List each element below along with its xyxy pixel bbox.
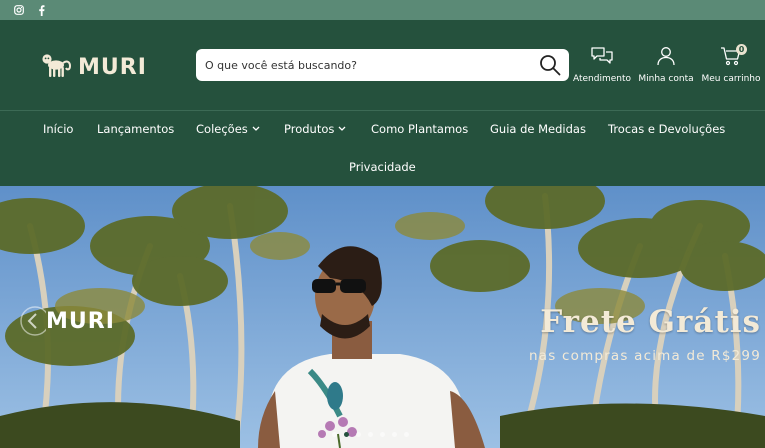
nav-item-inicio[interactable]: Início xyxy=(43,122,73,136)
nav-item-trocas-e-devolucoes[interactable]: Trocas e Devoluções xyxy=(608,122,725,136)
search-icon[interactable] xyxy=(539,54,561,76)
account-label: Minha conta xyxy=(638,74,694,84)
carousel-dots xyxy=(332,432,409,437)
main-nav: Início Lançamentos Coleções Produtos Com… xyxy=(0,111,765,186)
nav-item-label: Trocas e Devoluções xyxy=(608,122,726,136)
nav-item-label: Coleções xyxy=(196,122,248,136)
carousel-dot[interactable] xyxy=(368,432,373,437)
chevron-down-icon xyxy=(338,126,346,131)
site-header: MURI Atendimento Minha conta 0 Meu carri… xyxy=(0,20,765,111)
carousel-dot-active[interactable] xyxy=(344,432,349,437)
nav-item-label: Produtos xyxy=(284,122,335,136)
hero-banner[interactable]: MURI Frete Grátis nas compras acima de R… xyxy=(0,186,765,448)
instagram-icon[interactable] xyxy=(13,4,25,16)
nav-item-label: Como Plantamos xyxy=(371,122,469,136)
hero-headline: Frete Grátis xyxy=(540,304,761,340)
account-button[interactable]: Minha conta xyxy=(631,46,701,84)
facebook-icon[interactable] xyxy=(35,4,47,16)
brand-name: MURI xyxy=(78,54,147,80)
user-icon xyxy=(656,46,676,70)
support-button[interactable]: Atendimento xyxy=(567,46,637,84)
brand-logo[interactable]: MURI xyxy=(40,52,147,82)
nav-item-label: Início xyxy=(43,122,74,136)
nav-item-label: Lançamentos xyxy=(97,122,175,136)
nav-item-label: Guia de Medidas xyxy=(490,122,586,136)
nav-item-produtos[interactable]: Produtos xyxy=(284,122,346,136)
social-bar xyxy=(0,0,765,20)
chevron-down-icon xyxy=(252,126,260,131)
chat-icon xyxy=(590,46,614,70)
monkey-logo-icon xyxy=(40,52,72,82)
carousel-dot[interactable] xyxy=(380,432,385,437)
nav-item-colecoes[interactable]: Coleções xyxy=(196,122,260,136)
carousel-dot[interactable] xyxy=(332,432,337,437)
carousel-dot[interactable] xyxy=(356,432,361,437)
hero-brand: MURI xyxy=(46,309,115,334)
nav-item-como-plantamos[interactable]: Como Plantamos xyxy=(371,122,468,136)
search-box xyxy=(196,49,569,81)
nav-item-guia-de-medidas[interactable]: Guia de Medidas xyxy=(490,122,586,136)
nav-item-lancamentos[interactable]: Lançamentos xyxy=(97,122,174,136)
nav-item-privacidade[interactable]: Privacidade xyxy=(349,160,416,174)
carousel-dot[interactable] xyxy=(404,432,409,437)
carousel-prev-icon[interactable] xyxy=(18,304,46,338)
carousel-dot[interactable] xyxy=(392,432,397,437)
cart-button[interactable]: 0 Meu carrinho xyxy=(696,44,765,84)
search-input[interactable] xyxy=(196,49,526,81)
hero-subline: nas compras acima de R$299 xyxy=(529,348,761,364)
nav-item-label: Privacidade xyxy=(349,160,416,174)
cart-count-badge: 0 xyxy=(736,44,747,55)
support-label: Atendimento xyxy=(572,74,632,84)
cart-label: Meu carrinho xyxy=(701,74,761,84)
